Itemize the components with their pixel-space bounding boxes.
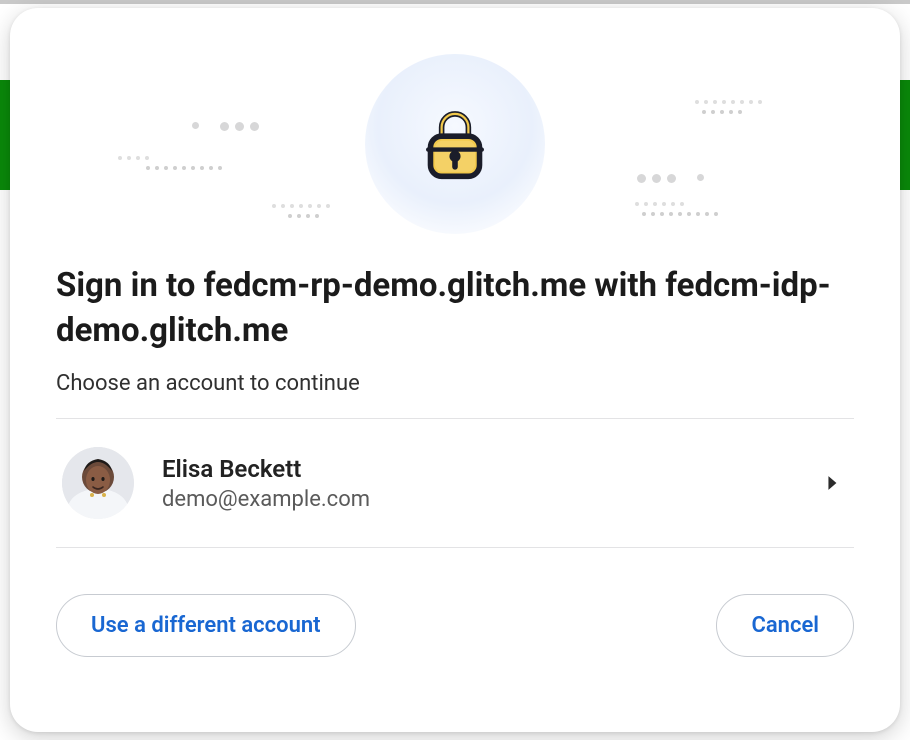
decorative-dashes — [642, 212, 718, 216]
decorative-dashes — [146, 166, 222, 170]
account-text: Elisa Beckett demo@example.com — [162, 455, 826, 512]
dialog-subheading: Choose an account to continue — [56, 371, 854, 396]
chevron-right-icon — [826, 475, 840, 491]
decorative-dashes — [695, 100, 762, 104]
account-email: demo@example.com — [162, 487, 826, 512]
dialog-actions: Use a different account Cancel — [56, 594, 854, 657]
decorative-dots — [697, 174, 704, 181]
decorative-dashes — [288, 214, 319, 218]
avatar — [62, 447, 134, 519]
lock-icon — [419, 105, 491, 183]
lock-badge — [365, 54, 545, 234]
account-option[interactable]: Elisa Beckett demo@example.com — [56, 419, 854, 547]
decorative-dashes — [635, 202, 684, 206]
decorative-dots — [637, 174, 676, 183]
decorative-dashes — [272, 204, 330, 208]
hero-illustration — [56, 44, 854, 244]
decorative-dots — [220, 122, 259, 131]
signin-dialog: Sign in to fedcm-rp-demo.glitch.me with … — [10, 8, 900, 732]
decorative-dashes — [702, 110, 742, 114]
decorative-dots — [192, 122, 199, 129]
decorative-dashes — [118, 156, 149, 160]
dialog-heading: Sign in to fedcm-rp-demo.glitch.me with … — [56, 264, 854, 353]
divider — [56, 547, 854, 548]
account-name: Elisa Beckett — [162, 455, 826, 483]
use-different-account-button[interactable]: Use a different account — [56, 594, 356, 657]
cancel-button[interactable]: Cancel — [716, 594, 854, 657]
background-top-border — [0, 0, 910, 4]
